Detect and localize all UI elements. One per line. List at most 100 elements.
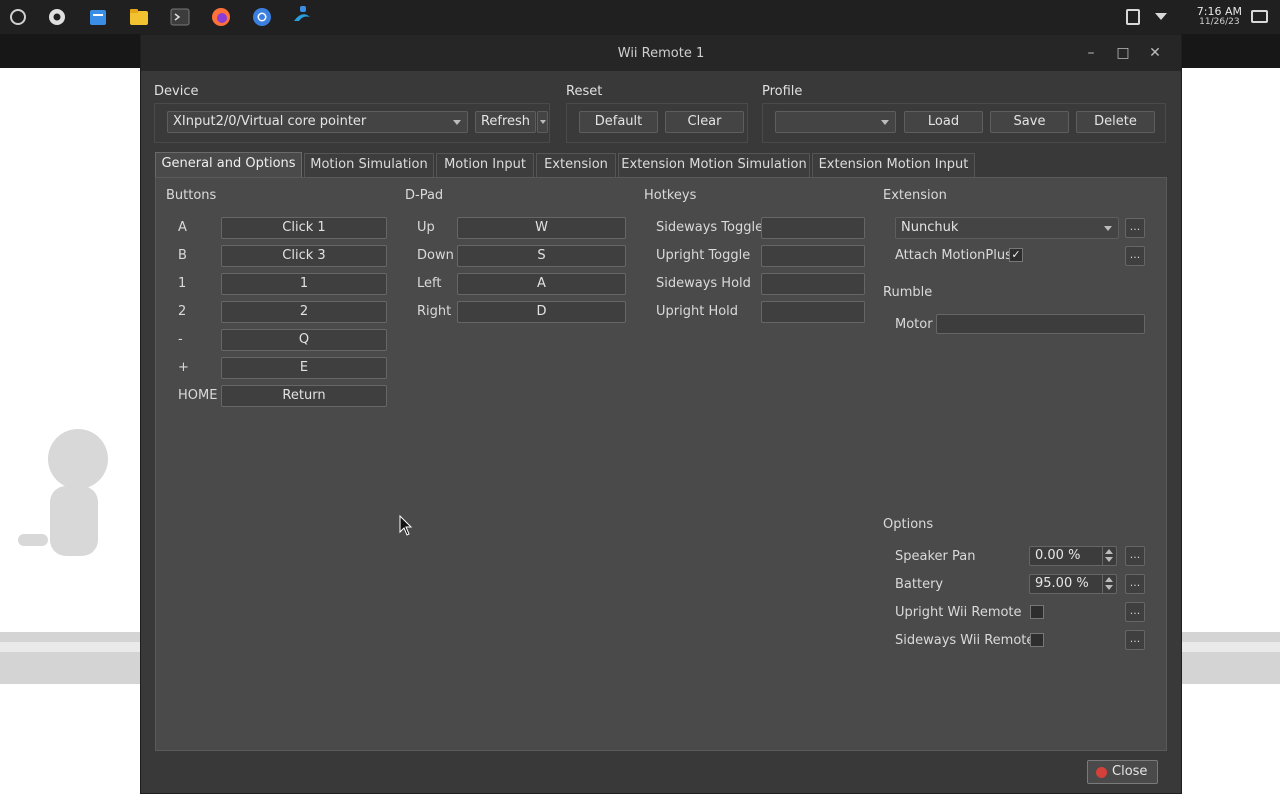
clipboard-icon[interactable] xyxy=(1126,9,1140,25)
tab-motion-simulation[interactable]: Motion Simulation xyxy=(304,153,434,177)
button-binding-1[interactable]: 1 xyxy=(221,273,387,295)
terminal-icon[interactable] xyxy=(169,6,191,28)
upright-wii-remote-label: Upright Wii Remote xyxy=(895,605,1022,620)
buttons-group-label: Buttons xyxy=(166,188,217,203)
tab-extension[interactable]: Extension xyxy=(536,153,616,177)
dpad-binding-left[interactable]: A xyxy=(457,273,626,295)
maximize-icon[interactable]: □ xyxy=(1114,44,1132,62)
speaker-pan-label: Speaker Pan xyxy=(895,549,976,564)
hotkey-binding-sideways-hold[interactable] xyxy=(761,273,865,295)
settings-icon[interactable] xyxy=(46,6,68,28)
chevron-up-icon xyxy=(1105,577,1113,582)
button-binding-2[interactable]: 2 xyxy=(221,301,387,323)
button-binding-minus[interactable]: Q xyxy=(221,329,387,351)
button-label-b: B xyxy=(178,248,187,263)
dialog-title: Wii Remote 1 xyxy=(617,46,705,61)
firefox-icon[interactable] xyxy=(210,6,232,28)
chevron-up-icon xyxy=(1105,549,1113,554)
upright-wii-remote-more-button[interactable]: ... xyxy=(1125,602,1145,622)
battery-more-button[interactable]: ... xyxy=(1125,574,1145,594)
device-select[interactable]: XInput2/0/Virtual core pointer xyxy=(167,111,468,133)
button-binding-a[interactable]: Click 1 xyxy=(221,217,387,239)
tab-motion-input[interactable]: Motion Input xyxy=(436,153,534,177)
chevron-down-icon[interactable] xyxy=(1155,13,1167,20)
chevron-down-icon xyxy=(1105,585,1113,590)
reset-group-label: Reset xyxy=(566,84,603,99)
hotkey-binding-upright-hold[interactable] xyxy=(761,301,865,323)
load-button[interactable]: Load xyxy=(904,111,983,133)
refresh-button[interactable]: Refresh xyxy=(475,111,536,133)
upright-wii-remote-checkbox[interactable] xyxy=(1030,605,1044,619)
hotkey-label-sideways-hold: Sideways Hold xyxy=(656,276,751,291)
motor-binding[interactable] xyxy=(936,314,1145,334)
mouse-cursor-icon xyxy=(399,515,413,536)
sideways-wii-remote-checkbox[interactable] xyxy=(1030,633,1044,647)
close-icon[interactable]: ✕ xyxy=(1146,44,1164,62)
default-button[interactable]: Default xyxy=(579,111,658,133)
chevron-down-icon xyxy=(1104,226,1112,231)
store-icon[interactable] xyxy=(87,6,109,28)
spin-buttons[interactable] xyxy=(1102,575,1116,593)
button-label-1: 1 xyxy=(178,276,187,291)
close-button[interactable]: Close xyxy=(1087,760,1159,784)
spin-buttons[interactable] xyxy=(1102,547,1116,565)
chromium-icon[interactable] xyxy=(251,6,273,28)
speaker-pan-more-button[interactable]: ... xyxy=(1125,546,1145,566)
minimize-icon[interactable]: – xyxy=(1082,44,1100,62)
tab-extension-motion-simulation[interactable]: Extension Motion Simulation xyxy=(618,153,810,177)
button-binding-plus[interactable]: E xyxy=(221,357,387,379)
dpad-group-label: D-Pad xyxy=(405,188,444,203)
button-label-plus: + xyxy=(178,360,189,375)
dpad-label-down: Down xyxy=(417,248,454,263)
attach-motionplus-checkbox[interactable]: ✓ xyxy=(1009,248,1023,262)
button-label-2: 2 xyxy=(178,304,187,319)
tab-extension-motion-input[interactable]: Extension Motion Input xyxy=(812,153,975,177)
clock-date: 11/26/23 xyxy=(1199,17,1240,27)
delete-button[interactable]: Delete xyxy=(1076,111,1155,133)
sideways-wii-remote-label: Sideways Wii Remote xyxy=(895,633,1035,648)
battery-spinbox[interactable]: 95.00 % xyxy=(1029,574,1117,594)
tab-general-and-options[interactable]: General and Options xyxy=(155,152,302,177)
speaker-pan-value: 0.00 % xyxy=(1035,548,1081,563)
battery-value: 95.00 % xyxy=(1035,576,1089,591)
button-label-a: A xyxy=(178,220,187,235)
hotkey-label-upright-toggle: Upright Toggle xyxy=(656,248,751,263)
profile-select[interactable] xyxy=(775,111,896,133)
notifications-icon[interactable] xyxy=(1251,10,1268,23)
files-icon[interactable] xyxy=(128,6,150,28)
sideways-wii-remote-more-button[interactable]: ... xyxy=(1125,630,1145,650)
hotkey-label-sideways-toggle: Sideways Toggle xyxy=(656,220,764,235)
close-button-label: Close xyxy=(1112,764,1148,779)
dolphin-icon[interactable] xyxy=(291,6,313,28)
refresh-menu-button[interactable] xyxy=(537,111,548,133)
chevron-down-icon xyxy=(1105,557,1113,562)
dpad-binding-right[interactable]: D xyxy=(457,301,626,323)
launcher-icon[interactable] xyxy=(7,6,29,28)
general-options-panel: Buttons A Click 1 B Click 3 1 1 2 2 - Q … xyxy=(155,177,1167,751)
clock[interactable]: 7:16 AM 11/26/23 xyxy=(1197,6,1242,28)
dialog-titlebar[interactable]: Wii Remote 1 – □ ✕ xyxy=(141,35,1181,71)
extension-group-label: Extension xyxy=(883,188,947,203)
chevron-down-icon xyxy=(540,120,546,124)
button-binding-home[interactable]: Return xyxy=(221,385,387,407)
attach-motionplus-more-button[interactable]: ... xyxy=(1125,246,1145,266)
hotkey-label-upright-hold: Upright Hold xyxy=(656,304,739,319)
hotkey-binding-upright-toggle[interactable] xyxy=(761,245,865,267)
dpad-binding-down[interactable]: S xyxy=(457,245,626,267)
hotkey-binding-sideways-toggle[interactable] xyxy=(761,217,865,239)
dpad-label-up: Up xyxy=(417,220,435,235)
options-group-label: Options xyxy=(883,517,934,532)
clock-time: 7:16 AM xyxy=(1196,5,1242,18)
dpad-label-left: Left xyxy=(417,276,442,291)
speaker-pan-spinbox[interactable]: 0.00 % xyxy=(1029,546,1117,566)
button-binding-b[interactable]: Click 3 xyxy=(221,245,387,267)
save-button[interactable]: Save xyxy=(990,111,1069,133)
extension-select[interactable]: Nunchuk xyxy=(895,217,1119,239)
extension-more-button[interactable]: ... xyxy=(1125,218,1145,238)
clear-button[interactable]: Clear xyxy=(665,111,744,133)
button-label-home: HOME xyxy=(178,388,218,403)
rumble-group-label: Rumble xyxy=(883,285,933,300)
chevron-down-icon xyxy=(881,120,889,125)
profile-group-label: Profile xyxy=(762,84,803,99)
dpad-binding-up[interactable]: W xyxy=(457,217,626,239)
